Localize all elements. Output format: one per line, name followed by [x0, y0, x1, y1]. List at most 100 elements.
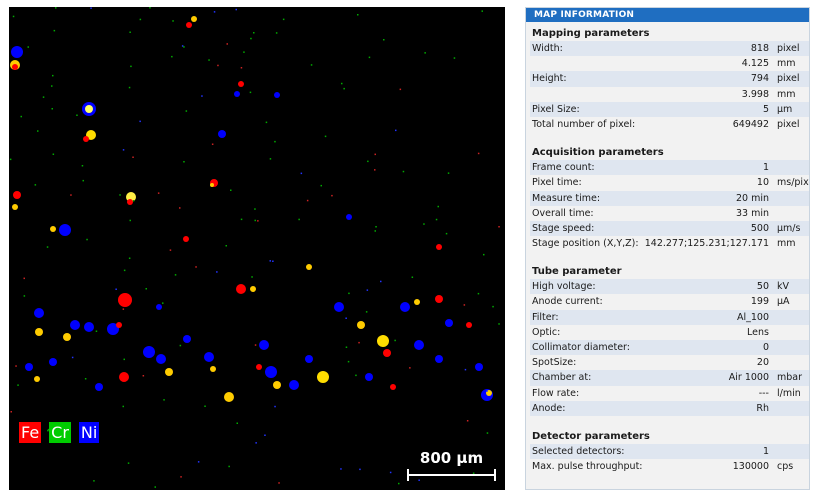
particle-blob: [183, 236, 189, 242]
parameter-row: Frame count: 1: [530, 160, 809, 176]
noise-speck: [42, 96, 45, 98]
noise-speck: [253, 32, 255, 34]
noise-speck: [389, 471, 392, 474]
parameter-value: Al_100: [736, 311, 769, 323]
particle-blob: [156, 304, 162, 310]
parameter-value: 3.998: [741, 88, 769, 100]
noise-speck: [435, 218, 438, 221]
particle-blob: [95, 383, 103, 391]
noise-speck: [463, 304, 466, 306]
noise-speck: [486, 390, 488, 392]
noise-speck: [228, 465, 230, 468]
noise-speck: [402, 170, 405, 173]
parameter-unit: cps: [777, 461, 794, 473]
noise-speck: [300, 172, 303, 175]
noise-speck: [71, 356, 74, 359]
parameter-unit: mm: [777, 88, 796, 100]
noise-speck: [447, 172, 450, 174]
noise-speck: [129, 31, 131, 33]
particle-blob: [475, 363, 483, 371]
noise-speck: [358, 341, 360, 344]
scale-bar-tick-left: [407, 469, 409, 481]
section-title: Tube parameter: [532, 266, 622, 278]
noise-speck: [418, 479, 420, 481]
noise-speck: [341, 82, 343, 85]
noise-speck: [53, 29, 56, 32]
particle-blob: [238, 81, 244, 87]
particle-blob: [116, 322, 122, 328]
particle-blob: [365, 373, 373, 381]
particle-blob: [466, 322, 472, 328]
parameter-row: Pixel time: 10 ms/pixe: [530, 175, 809, 190]
noise-speck: [37, 130, 39, 132]
particle-blob: [165, 368, 173, 376]
noise-speck: [320, 184, 322, 187]
noise-speck: [183, 161, 185, 163]
noise-speck: [399, 88, 402, 91]
noise-speck: [310, 64, 313, 66]
particle-blob: [435, 295, 443, 303]
noise-speck: [374, 230, 376, 232]
parameter-unit: l/min: [777, 387, 801, 399]
noise-speck: [411, 276, 414, 278]
parameter-unit: µm: [777, 103, 793, 115]
parameter-unit: pixel: [777, 43, 800, 54]
section-title: Detector parameters: [532, 430, 650, 442]
parameter-value: 4.125: [741, 58, 769, 70]
element-map-image[interactable]: Fe Cr Ni 800 µm: [9, 7, 505, 490]
noise-speck: [52, 74, 54, 77]
particle-blob: [273, 381, 281, 389]
parameter-value: 818: [750, 43, 769, 54]
noise-speck: [269, 158, 272, 160]
noise-speck: [240, 218, 243, 221]
noise-speck: [464, 368, 467, 371]
noise-speck: [139, 120, 141, 123]
parameter-row: Selected detectors: 1: [530, 443, 809, 460]
noise-speck: [17, 384, 19, 386]
parameter-unit: mm: [777, 58, 796, 70]
noise-speck: [46, 246, 49, 248]
parameter-list: Mapping parameters Width: 818 pixel 4.125 mm H…: [526, 22, 809, 474]
noise-speck: [409, 367, 411, 369]
noise-speck: [84, 378, 87, 380]
noise-speck: [226, 43, 228, 45]
noise-speck: [423, 223, 425, 225]
noise-speck: [492, 305, 494, 308]
noise-speck: [477, 292, 480, 295]
parameter-value: ---: [758, 387, 769, 399]
noise-speck: [481, 10, 483, 12]
parameter-value: Lens: [747, 326, 769, 338]
parameter-value: 1: [762, 445, 769, 457]
noise-speck: [274, 140, 276, 143]
noise-speck: [374, 169, 376, 171]
particle-blob: [274, 92, 280, 98]
noise-speck: [127, 462, 130, 464]
noise-speck: [211, 143, 214, 145]
parameter-row: Measure time: 20 min: [530, 190, 809, 206]
noise-speck: [95, 330, 98, 332]
panel-title: MAP INFORMATION: [526, 8, 809, 22]
noise-speck: [128, 86, 131, 89]
particle-blob: [119, 372, 129, 382]
particle-blob: [346, 214, 352, 220]
section-title: Acquisition parameters: [532, 147, 664, 159]
particle-blob: [210, 183, 214, 187]
noise-speck: [130, 65, 132, 68]
noise-speck: [437, 205, 439, 208]
particle-blob: [191, 16, 197, 22]
particle-blob: [357, 321, 365, 329]
parameter-value: 20: [756, 357, 769, 369]
noise-speck: [23, 277, 25, 280]
parameter-name: Selected detectors:: [532, 445, 625, 457]
parameter-name: Flow rate:: [532, 387, 580, 399]
noise-speck: [51, 85, 53, 87]
particle-blob: [377, 335, 389, 347]
particle-blob: [436, 244, 442, 250]
particle-blob: [305, 355, 313, 363]
noise-speck: [498, 323, 500, 325]
parameter-name: Collimator diameter:: [532, 342, 631, 353]
particle-blob: [383, 349, 391, 357]
noise-speck: [217, 64, 219, 67]
parameter-unit: pixel: [777, 118, 800, 130]
noise-speck: [368, 56, 371, 59]
